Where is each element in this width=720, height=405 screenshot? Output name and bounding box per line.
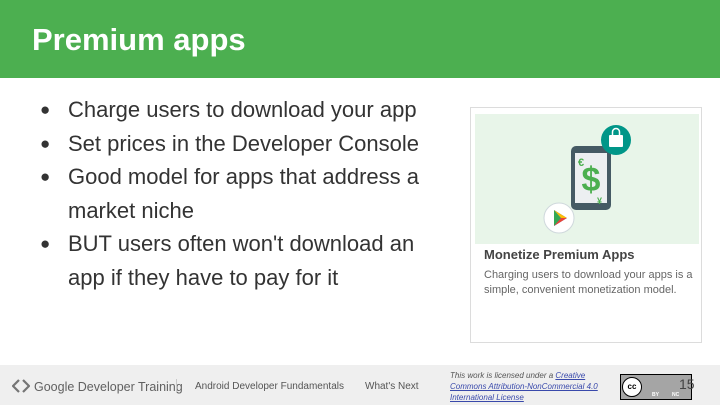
play-store-icon: [543, 202, 575, 234]
bullet-dot-icon: ●: [40, 133, 51, 153]
bullet-text: Good model for apps that address a marke…: [68, 164, 419, 223]
footer-divider: [176, 379, 177, 393]
footer: Google Developer Training Android Develo…: [0, 365, 720, 405]
bullet-text: BUT users often won't download an app if…: [68, 231, 415, 290]
bullet-text: Set prices in the Developer Console: [68, 130, 419, 156]
page-number: 15: [679, 376, 695, 392]
license-notice: This work is licensed under a Creative C…: [450, 370, 620, 403]
card-description: Charging users to download your apps is …: [484, 269, 693, 296]
monetize-card: $ € ¥ Monetize Premium Apps Charging use…: [470, 107, 702, 343]
whats-next-link[interactable]: What's Next: [365, 381, 419, 392]
bullet-item: ● BUT users often won't download an app i…: [40, 227, 450, 294]
cc-nc-label: NC: [672, 392, 680, 398]
cc-icon: cc: [622, 377, 642, 397]
license-prefix: This work is licensed under a: [450, 371, 556, 380]
brand-name: Google Developer Training: [34, 380, 183, 394]
premium-apps-illustration: $ € ¥: [543, 125, 631, 234]
cc-by-label: BY: [652, 392, 659, 398]
euro-icon: €: [578, 157, 584, 169]
shopping-bag-icon: [601, 125, 631, 155]
card-illustration: $ € ¥: [475, 114, 699, 244]
bullet-dot-icon: ●: [40, 167, 51, 186]
dollar-icon: $: [582, 161, 601, 199]
course-name: Android Developer Fundamentals: [195, 381, 344, 392]
card-title: Monetize Premium Apps: [484, 247, 635, 262]
bullet-dot-icon: ●: [40, 100, 51, 119]
yen-icon: ¥: [597, 196, 602, 206]
bullet-item: ● Set prices in the Developer Console: [40, 127, 450, 161]
bullet-item: ● Charge users to download your app: [40, 93, 450, 127]
slide-title: Premium apps: [32, 22, 246, 57]
bullet-list: ● Charge users to download your app ● Set …: [40, 93, 450, 294]
bullet-item: ● Good model for apps that address a mark…: [40, 160, 450, 227]
slide-header: Premium apps: [0, 0, 720, 78]
bullet-text: Charge users to download your app: [68, 97, 417, 122]
bullet-dot-icon: ●: [40, 234, 51, 253]
developer-training-logo-icon: [12, 379, 30, 393]
